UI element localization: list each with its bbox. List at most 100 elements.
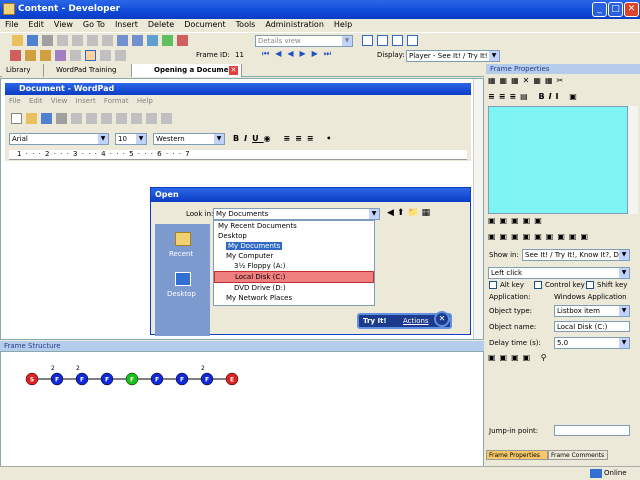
wp-format-buttons[interactable]: BIU◉ ≡≡≡ •	[233, 134, 336, 143]
copy-icon[interactable]	[72, 35, 83, 46]
list-item[interactable]: Desktop	[214, 231, 374, 241]
edit-icon[interactable]	[70, 50, 81, 61]
look-in-list[interactable]: My Recent Documents Desktop My Documents…	[213, 220, 375, 306]
wp-copy-icon[interactable]	[116, 113, 127, 124]
object-type-combo[interactable]: Listbox item ▼	[554, 305, 630, 317]
look-in-combo[interactable]: My Documents ▼	[213, 208, 380, 220]
check-in-icon[interactable]	[162, 35, 173, 46]
delete-icon[interactable]	[102, 35, 113, 46]
fp-toolbar-4[interactable]: ▣▣▣▣▣▣▣▣▣	[488, 232, 592, 241]
wp-new-icon[interactable]	[11, 113, 22, 124]
redo-icon[interactable]	[132, 35, 143, 46]
fp-toolbar-3[interactable]: ▣▣▣▣▣	[488, 216, 546, 225]
layout-2-icon[interactable]	[377, 35, 388, 46]
tab-frame-properties[interactable]: Frame Properties	[486, 450, 548, 460]
branch-icon[interactable]	[55, 50, 66, 61]
display-combo[interactable]: Player - See It! / Try It! ▼	[406, 50, 500, 62]
menu-file[interactable]: File	[0, 19, 23, 30]
layout-3-icon[interactable]	[392, 35, 403, 46]
shift-key-checkbox[interactable]: Shift key	[586, 281, 627, 289]
wp-date-icon[interactable]	[161, 113, 172, 124]
paste-icon[interactable]	[87, 35, 98, 46]
tab-library[interactable]: Library	[2, 64, 44, 77]
menu-delete[interactable]: Delete	[143, 19, 179, 30]
undo-icon[interactable]	[117, 35, 128, 46]
wp-paste-icon[interactable]	[131, 113, 142, 124]
menu-view[interactable]: View	[49, 19, 78, 30]
frame-navigation[interactable]: ⏮◀◀▶▶⏭	[262, 49, 337, 59]
recent-icon[interactable]	[175, 232, 191, 246]
alt-key-checkbox[interactable]: Alt key	[489, 281, 524, 289]
menu-goto[interactable]: Go To	[78, 19, 110, 30]
list-item-highlighted[interactable]: Local Disk (C:)	[214, 271, 374, 283]
wp-font-combo[interactable]: Arial ▼	[9, 133, 109, 145]
menu-edit[interactable]: Edit	[23, 19, 49, 30]
wp-script-combo[interactable]: Western ▼	[153, 133, 225, 145]
fp-toolbar-5[interactable]: ▣▣▣▣ ⚲	[488, 353, 551, 362]
list-item[interactable]: My Recent Documents	[214, 221, 374, 231]
add-action-icon[interactable]	[40, 50, 51, 61]
wp-size-combo[interactable]: 10 ▼	[115, 133, 147, 145]
delay-combo[interactable]: 5.0 ▼	[554, 337, 630, 349]
details-view-combo[interactable]: Details view ▼	[255, 35, 353, 47]
print-icon[interactable]	[42, 35, 53, 46]
publish-icon[interactable]	[147, 35, 158, 46]
list-item[interactable]: My Documents	[226, 242, 283, 250]
layout-1-icon[interactable]	[362, 35, 373, 46]
object-name-field[interactable]: Local Disk (C:)	[554, 321, 630, 332]
callout-actions-link[interactable]: Actions	[403, 317, 429, 325]
action-combo[interactable]: Left click ▼	[488, 267, 630, 279]
editor-scrollbar[interactable]	[473, 79, 483, 339]
bubble-text-editor[interactable]	[488, 106, 628, 214]
help-icon[interactable]	[177, 35, 188, 46]
wp-menu-edit[interactable]: Edit	[29, 97, 43, 105]
save-icon[interactable]	[27, 35, 38, 46]
cut-icon[interactable]	[57, 35, 68, 46]
tab-frame-comments[interactable]: Frame Comments	[548, 450, 608, 460]
callout-close-icon[interactable]: ✕	[434, 311, 450, 327]
places-recent[interactable]: Recent	[169, 250, 193, 258]
close-button[interactable]: ✕	[624, 2, 639, 17]
list-item[interactable]: 3½ Floppy (A:)	[214, 261, 374, 271]
insert-frame-icon[interactable]	[25, 50, 36, 61]
select-icon[interactable]	[85, 50, 96, 61]
menu-tools[interactable]: Tools	[231, 19, 261, 30]
dialog-toolbar[interactable]: ◀⬆📁▦	[387, 208, 433, 218]
layout-4-icon[interactable]	[407, 35, 418, 46]
close-tab-icon[interactable]: ✕	[229, 66, 238, 75]
list-item[interactable]: My Computer	[214, 251, 374, 261]
places-desktop[interactable]: Desktop	[167, 290, 196, 298]
wp-find-icon[interactable]	[86, 113, 97, 124]
copy-frame-icon[interactable]	[100, 50, 111, 61]
paste-frame-icon[interactable]	[115, 50, 126, 61]
wp-save-icon[interactable]	[41, 113, 52, 124]
show-in-combo[interactable]: See It! / Try It!, Know It?, Do It! ▼	[522, 249, 630, 261]
wp-menu-format[interactable]: Format	[104, 97, 129, 105]
tab-wordpad-training[interactable]: WordPad Training	[44, 64, 132, 77]
bubble-scrollbar[interactable]	[628, 106, 638, 214]
wp-menu-insert[interactable]: Insert	[76, 97, 96, 105]
menu-insert[interactable]: Insert	[110, 19, 143, 30]
menu-document[interactable]: Document	[179, 19, 230, 30]
list-item[interactable]: My Network Places	[214, 293, 374, 303]
wp-undo-icon[interactable]	[146, 113, 157, 124]
menu-help[interactable]: Help	[329, 19, 357, 30]
menu-administration[interactable]: Administration	[260, 19, 329, 30]
wp-open-icon[interactable]	[26, 113, 37, 124]
wp-print-icon[interactable]	[56, 113, 67, 124]
minimize-button[interactable]: _	[592, 2, 607, 17]
jump-in-field[interactable]	[554, 425, 630, 436]
wp-cut-icon[interactable]	[101, 113, 112, 124]
wp-menu-help[interactable]: Help	[137, 97, 153, 105]
desktop-icon[interactable]	[175, 272, 191, 286]
fp-toolbar-1[interactable]: ▦▦▦✕▦▦✂	[488, 76, 567, 85]
maximize-button[interactable]: □	[608, 2, 623, 17]
fp-toolbar-2[interactable]: ≡≡≡▤ BII ▣	[488, 92, 581, 101]
wp-menu-view[interactable]: View	[51, 97, 68, 105]
wp-menu-file[interactable]: File	[9, 97, 21, 105]
new-icon[interactable]	[12, 35, 23, 46]
list-item[interactable]: DVD Drive (D:)	[214, 283, 374, 293]
control-key-checkbox[interactable]: Control key	[534, 281, 585, 289]
wp-preview-icon[interactable]	[71, 113, 82, 124]
record-icon[interactable]	[10, 50, 21, 61]
